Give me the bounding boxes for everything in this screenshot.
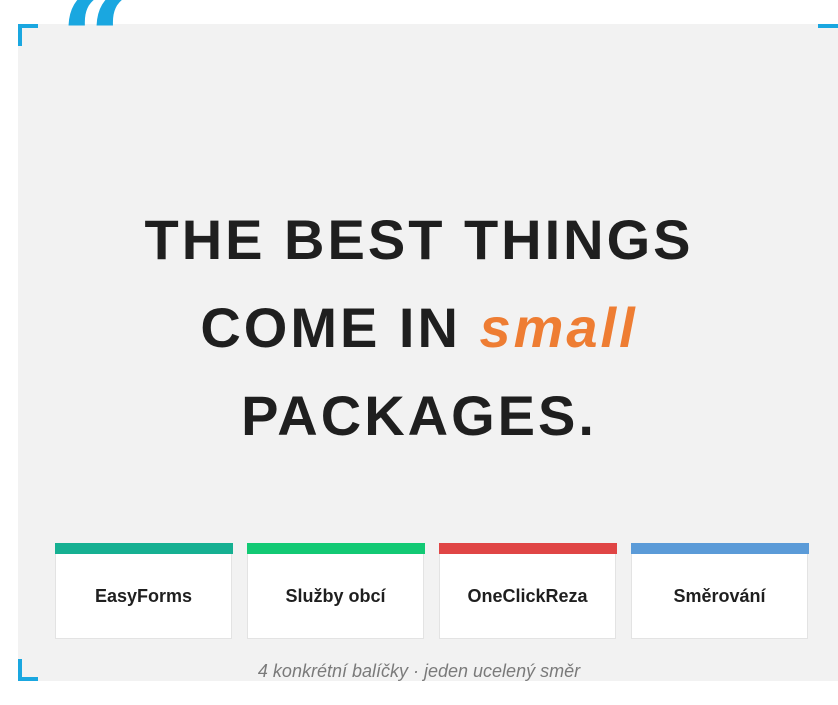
corner-bracket-top-right bbox=[818, 24, 838, 28]
caption: 4 konkrétní balíčky · jeden ucelený směr bbox=[257, 661, 581, 681]
quote-mark-icon: “ bbox=[60, 0, 132, 112]
package-cards: EasyForms Služby obcí OneClickReza Směro… bbox=[55, 543, 809, 639]
headline-accent-word: small bbox=[479, 296, 638, 359]
headline: THE BEST THINGS COME IN small PACKAGES. bbox=[0, 196, 838, 460]
package-card-color-bar bbox=[247, 543, 425, 554]
package-card-color-bar bbox=[631, 543, 809, 554]
headline-line-2-prefix: COME IN bbox=[200, 296, 461, 359]
package-card-sluzby-obci[interactable]: Služby obcí bbox=[247, 543, 425, 639]
package-card-easyforms[interactable]: EasyForms bbox=[55, 543, 233, 639]
package-card-label: Služby obcí bbox=[285, 586, 386, 606]
package-card-label: EasyForms bbox=[94, 586, 193, 606]
package-card-color-bar bbox=[439, 543, 617, 554]
package-card-label: OneClickReza bbox=[467, 586, 588, 606]
headline-line-1: THE BEST THINGS bbox=[144, 208, 694, 271]
package-card-label: Směrování bbox=[673, 586, 766, 606]
package-card-oneclickreza[interactable]: OneClickReza bbox=[439, 543, 617, 639]
corner-bracket-top-left-vertical bbox=[18, 24, 22, 46]
package-card-smerovani[interactable]: Směrování bbox=[631, 543, 809, 639]
package-card-color-bar bbox=[55, 543, 233, 554]
headline-line-3: PACKAGES. bbox=[241, 384, 597, 447]
